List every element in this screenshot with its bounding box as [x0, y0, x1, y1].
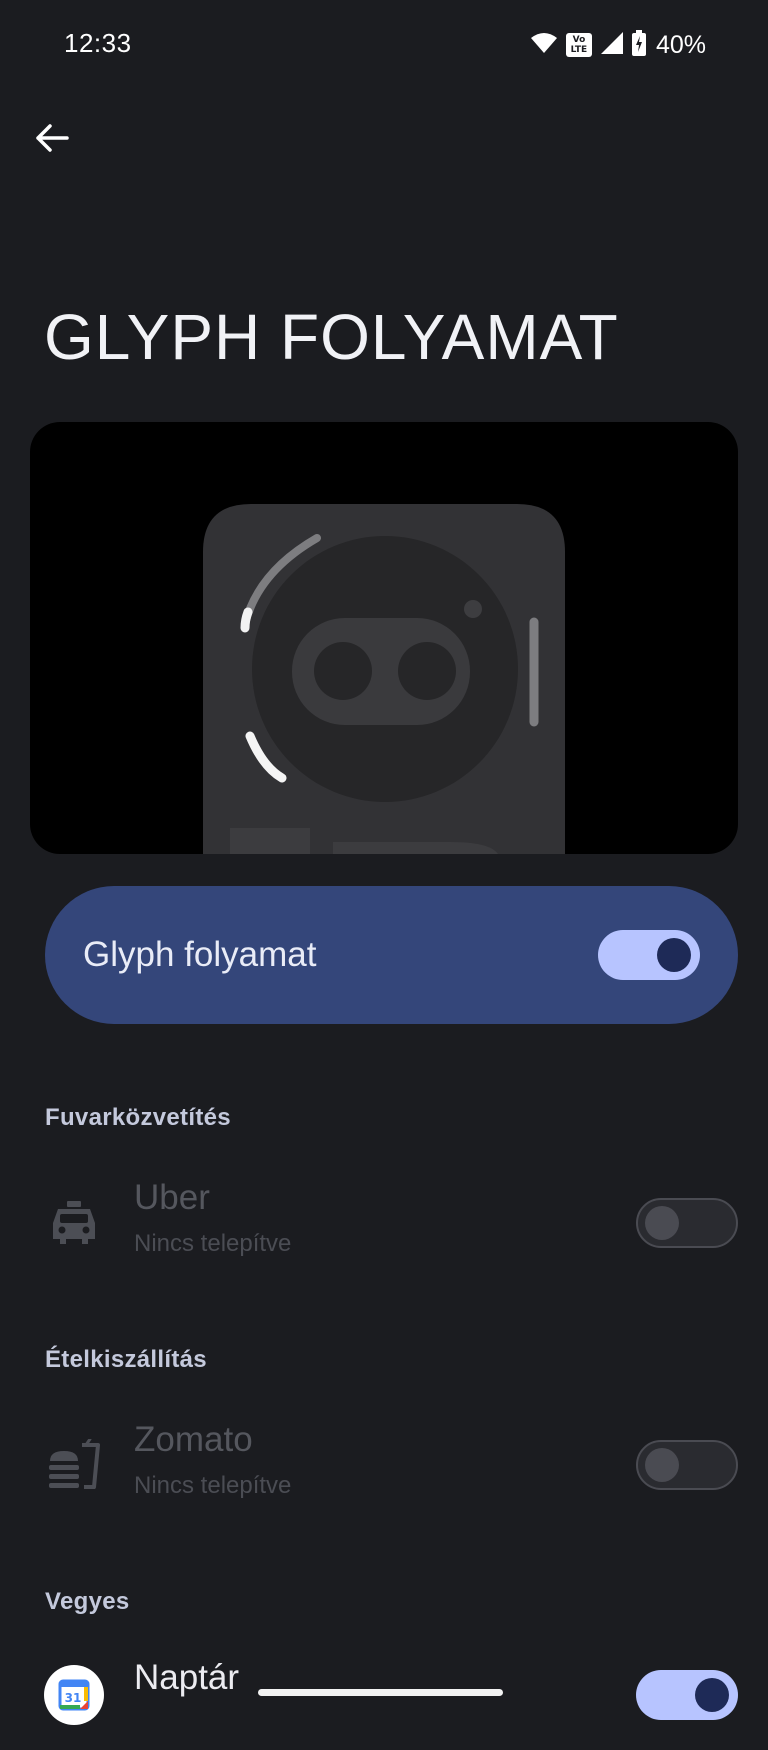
- app-status: Nincs telepítve: [134, 1230, 292, 1257]
- switch-knob: [657, 938, 691, 972]
- glyph-preview-image: [30, 422, 738, 854]
- status-bar: 12:33 Vo LTE 40%: [0, 0, 768, 90]
- volte-icon: Vo LTE: [565, 33, 592, 57]
- switch-knob: [645, 1448, 679, 1482]
- zomato-toggle-switch[interactable]: [636, 1440, 738, 1490]
- section-header-misc: Vegyes: [45, 1588, 130, 1615]
- signal-icon: [600, 31, 624, 60]
- back-button[interactable]: [28, 116, 76, 164]
- main-toggle-switch[interactable]: [598, 930, 700, 980]
- app-row-zomato[interactable]: Zomato Nincs telepítve: [0, 1410, 768, 1520]
- google-calendar-icon: 31: [44, 1665, 104, 1725]
- wifi-icon: [530, 32, 558, 59]
- phone-back-illustration: [203, 504, 565, 854]
- switch-knob: [645, 1206, 679, 1240]
- page-title: GLYPH FOLYAMAT: [44, 301, 619, 373]
- app-name: Zomato: [134, 1420, 253, 1459]
- taxi-icon: [44, 1193, 104, 1253]
- section-header-food-delivery: Ételkiszállítás: [45, 1346, 207, 1373]
- food-delivery-icon: [44, 1435, 104, 1495]
- main-toggle-label: Glyph folyamat: [83, 935, 317, 974]
- app-row-uber[interactable]: Uber Nincs telepítve: [0, 1168, 768, 1278]
- calendar-app-badge: 31: [44, 1665, 104, 1725]
- calendar-toggle-switch[interactable]: [636, 1670, 738, 1720]
- glyph-progress-toggle-card[interactable]: Glyph folyamat: [45, 886, 738, 1024]
- arrow-back-icon: [35, 123, 69, 158]
- battery-percent: 40%: [655, 30, 706, 59]
- app-status: Nincs telepítve: [134, 1472, 292, 1499]
- uber-toggle-switch[interactable]: [636, 1198, 738, 1248]
- switch-knob: [695, 1678, 729, 1712]
- status-time: 12:33: [64, 28, 132, 58]
- section-header-ride-hailing: Fuvarközvetítés: [45, 1104, 231, 1131]
- calendar-day: 31: [65, 1691, 82, 1705]
- battery-charging-icon: [631, 29, 646, 61]
- app-name: Naptár: [134, 1658, 240, 1697]
- app-name: Uber: [134, 1178, 210, 1217]
- gesture-navigation-bar[interactable]: [258, 1689, 503, 1696]
- status-icons: Vo LTE 40%: [530, 28, 706, 62]
